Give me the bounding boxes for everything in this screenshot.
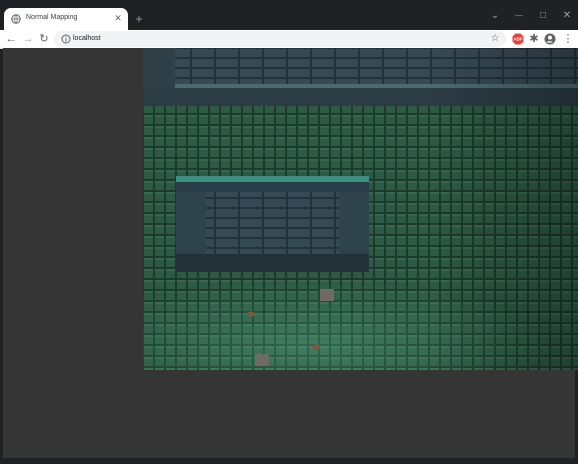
globe-icon <box>11 14 21 24</box>
tab-search-chevron-down-icon[interactable]: ⌄ <box>488 9 502 23</box>
close-icon[interactable]: ✕ <box>113 13 123 23</box>
avatar-icon[interactable] <box>544 33 556 45</box>
reload-icon[interactable]: ↻ <box>37 32 51 46</box>
tab-title: Normal Mapping <box>26 14 78 21</box>
browser-toolbar: ← → ↻ localhost ☆ ABP ✱ ⋮ <box>0 30 578 49</box>
arrow-right-icon[interactable]: → <box>21 32 35 46</box>
tab-normal-mapping[interactable]: Normal Mapping ✕ <box>4 8 128 30</box>
adblock-badge: ABP <box>514 37 523 42</box>
puzzle-icon[interactable]: ✱ <box>528 32 540 45</box>
close-window-button[interactable]: ✕ <box>560 9 574 23</box>
arrow-left-icon[interactable]: ← <box>4 32 18 46</box>
info-icon[interactable] <box>61 34 71 44</box>
url-text[interactable]: localhost <box>73 34 101 44</box>
page-content <box>3 48 578 458</box>
kebab-menu-icon[interactable]: ⋮ <box>561 32 575 46</box>
minimize-button[interactable]: — <box>512 9 526 23</box>
adblock-icon[interactable]: ABP <box>512 33 524 45</box>
star-icon[interactable]: ☆ <box>489 33 501 45</box>
maximize-button[interactable]: □ <box>536 9 550 23</box>
plus-icon[interactable]: + <box>133 13 145 25</box>
address-bar[interactable]: localhost ☆ <box>54 31 506 47</box>
normal-mapping-canvas[interactable] <box>143 48 578 370</box>
tab-strip: Normal Mapping ✕ + ⌄ — □ ✕ <box>0 0 578 30</box>
